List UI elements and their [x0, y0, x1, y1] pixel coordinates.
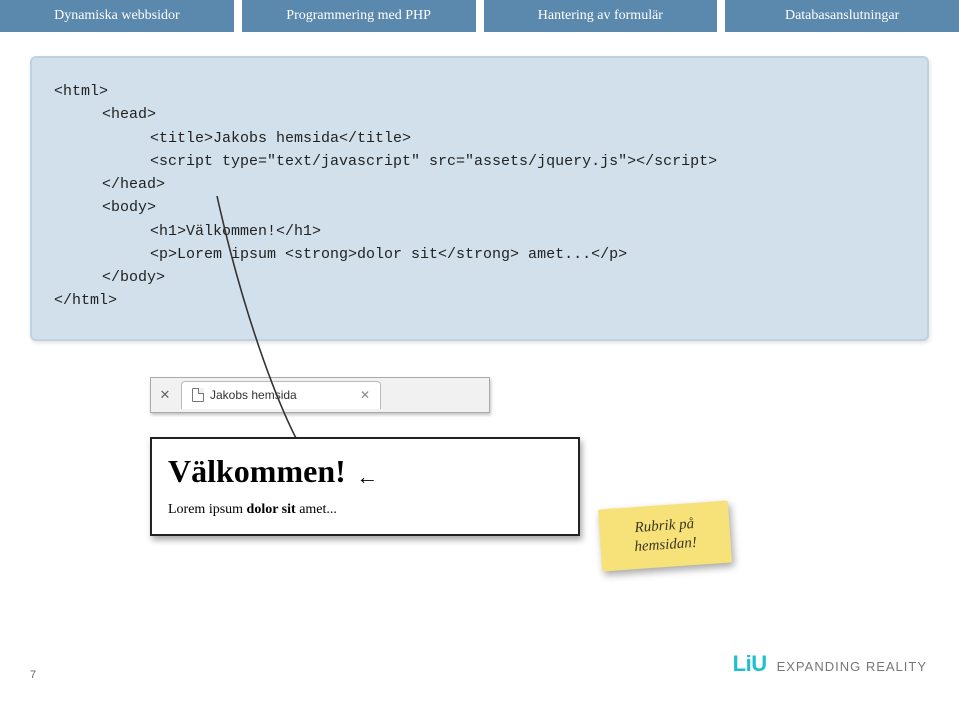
page-number: 7 [30, 669, 36, 681]
arrow-left-icon: ← [356, 464, 378, 489]
sticky-line: Rubrik på [634, 516, 695, 536]
code-line: <html> [54, 80, 905, 103]
document-icon [192, 388, 204, 402]
code-line: <head> [54, 103, 905, 126]
browser-tab-bar: ✕ Jakobs hemsida ✕ [150, 377, 490, 413]
para-text: amet... [296, 502, 337, 517]
code-example-box: <html> <head> <title>Jakobs hemsida</tit… [30, 56, 929, 341]
code-line: </body> [54, 266, 905, 289]
browser-tab[interactable]: Jakobs hemsida ✕ [181, 381, 381, 409]
code-line: </html> [54, 289, 905, 312]
code-line: <script type="text/javascript" src="asse… [54, 150, 905, 173]
tab-close-icon[interactable]: ✕ [360, 388, 370, 402]
para-text: Lorem ipsum [168, 502, 247, 517]
tab-forms[interactable]: Hantering av formulär [484, 0, 726, 32]
code-line: <h1>Välkommen!</h1> [54, 220, 905, 243]
code-line: <title>Jakobs hemsida</title> [54, 127, 905, 150]
window-close-icon[interactable]: ✕ [151, 387, 179, 403]
para-strong: dolor sit [247, 502, 296, 517]
code-line: <p>Lorem ipsum <strong>dolor sit</strong… [54, 243, 905, 266]
sticky-note: Rubrik på hemsidan! [598, 501, 732, 571]
sticky-line: hemsidan! [634, 535, 697, 555]
code-line: <body> [54, 196, 905, 219]
code-line: </head> [54, 173, 905, 196]
top-tabs: Dynamiska webbsidor Programmering med PH… [0, 0, 959, 32]
rendered-page-preview: Välkommen! ← Lorem ipsum dolor sit amet.… [150, 437, 580, 537]
liu-logo-text: LiU [733, 651, 767, 677]
footer-logo: LiU EXPANDING REALITY [733, 651, 927, 677]
tab-dynamic-pages[interactable]: Dynamiska webbsidor [0, 0, 242, 32]
rendered-heading: Välkommen! [168, 453, 346, 490]
browser-tab-title: Jakobs hemsida [210, 388, 354, 402]
tab-php[interactable]: Programmering med PHP [242, 0, 484, 32]
tab-database[interactable]: Databasanslutningar [725, 0, 959, 32]
rendered-paragraph: Lorem ipsum dolor sit amet... [168, 502, 562, 518]
liu-tagline: EXPANDING REALITY [777, 659, 927, 674]
